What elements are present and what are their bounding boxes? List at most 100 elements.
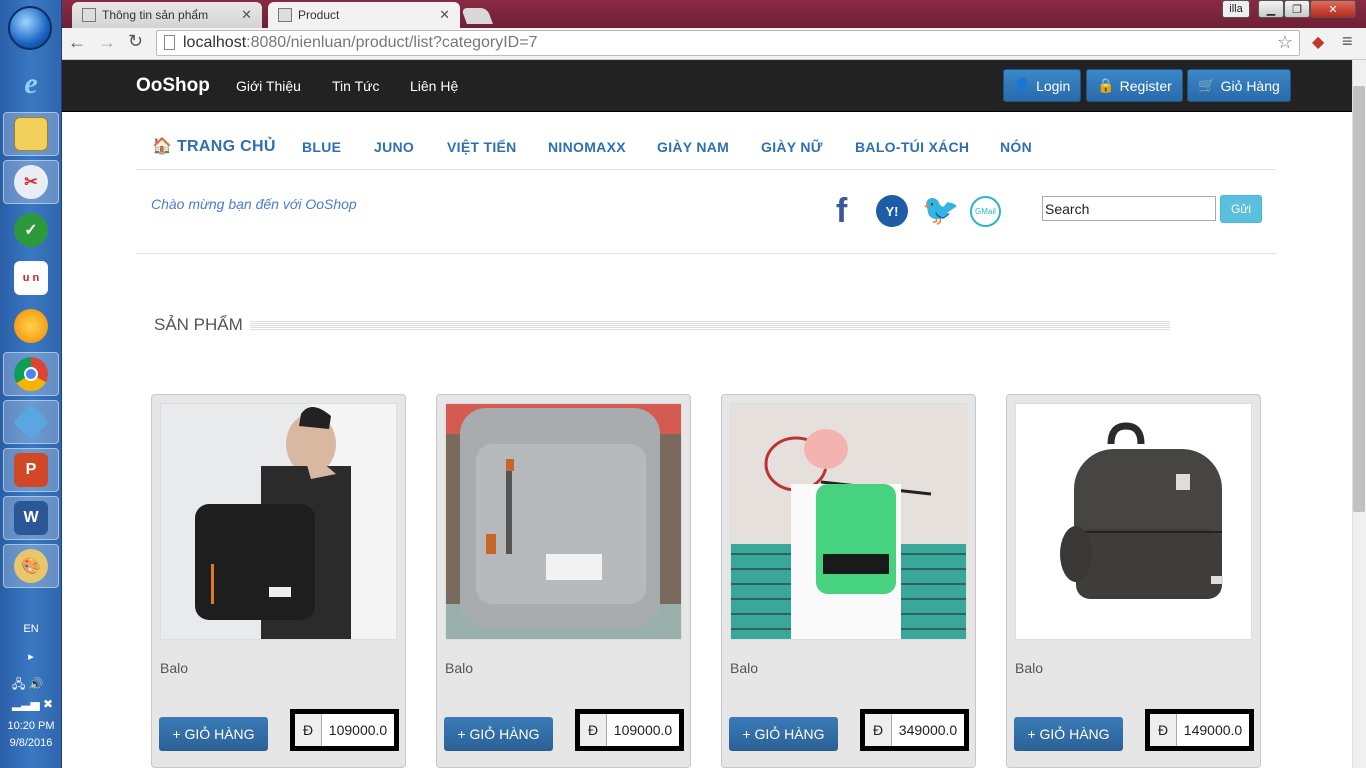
add-to-cart-button[interactable]: + GIỎ HÀNG <box>159 717 268 751</box>
address-bar[interactable]: localhost:8080/nienluan/product/list?cat… <box>156 30 1300 56</box>
bookmark-star-icon[interactable]: ☆ <box>1277 32 1293 53</box>
add-to-cart-button[interactable]: + GIỎ HÀNG <box>729 717 838 751</box>
product-image[interactable] <box>1015 403 1252 640</box>
ie-taskbar-icon[interactable]: e <box>3 62 59 106</box>
backpack-photo-1 <box>161 404 396 639</box>
cat-label: TRANG CHỦ <box>176 138 276 155</box>
start-button[interactable] <box>8 6 52 50</box>
currency-symbol: Đ <box>1150 714 1177 746</box>
url-path: :8080/nienluan/product/list?categoryID=7 <box>246 34 538 51</box>
clock-date[interactable]: 9/8/2016 <box>0 737 62 749</box>
login-label: Login <box>1036 77 1071 94</box>
minimize-button[interactable]: ▁ <box>1258 0 1284 18</box>
cat-giay-nam[interactable]: GIÀY NAM <box>657 139 729 155</box>
page-favicon-icon <box>278 8 292 22</box>
chrome-taskbar-icon[interactable] <box>3 352 59 396</box>
new-tab-button[interactable] <box>461 8 493 24</box>
page-favicon-icon <box>82 8 96 22</box>
browser-tab-strip: Thông tin sản phẩm ✕ Product ✕ illa ▁ ❐ … <box>62 0 1366 28</box>
user-icon: 👤 <box>1013 77 1032 93</box>
brand-logo[interactable]: OoShop <box>136 75 210 97</box>
cart-button[interactable]: 🛒 Giỏ Hàng <box>1187 69 1291 102</box>
price-box: Đ 109000.0 <box>575 709 684 751</box>
product-name[interactable]: Balo <box>1015 660 1043 676</box>
price-box: Đ 149000.0 <box>1145 709 1254 751</box>
cat-blue[interactable]: BLUE <box>302 139 341 155</box>
virtualbox-taskbar-icon[interactable] <box>3 400 59 444</box>
cat-juno[interactable]: JUNO <box>374 139 414 155</box>
scrollbar-thumb[interactable] <box>1353 86 1365 512</box>
menu-icon[interactable]: ≡ <box>1342 31 1353 52</box>
menu-divider <box>136 169 1276 170</box>
tab-label: Product <box>298 8 340 22</box>
product-image[interactable] <box>730 403 967 640</box>
tab-product[interactable]: Product ✕ <box>268 2 460 28</box>
product-card: Balo + GIỎ HÀNG Đ 149000.0 <box>1006 394 1261 768</box>
messenger-taskbar-icon[interactable] <box>3 304 59 348</box>
search-submit-button[interactable]: Gửi <box>1220 195 1262 223</box>
tab-label: Thông tin sản phẩm <box>102 8 209 22</box>
cat-trang-chu[interactable]: 🏠 TRANG CHỦ <box>152 136 276 156</box>
explorer-taskbar-icon[interactable] <box>3 112 59 156</box>
product-image[interactable] <box>160 403 397 640</box>
back-arrow-icon[interactable]: ← <box>68 32 86 53</box>
nav-lien-he[interactable]: Liên Hệ <box>410 78 458 94</box>
cat-non[interactable]: NÓN <box>1000 139 1032 155</box>
price-value: 109000.0 <box>328 722 388 738</box>
url-host: localhost <box>183 34 247 51</box>
twitter-icon[interactable]: 🐦 <box>922 194 959 228</box>
paint-taskbar-icon[interactable]: 🎨 <box>3 544 59 588</box>
site-navbar: OoShop Giới Thiệu Tin Tức Liên Hệ 👤 Login… <box>62 60 1352 112</box>
backpack-photo-2 <box>446 404 681 639</box>
cat-giay-nu[interactable]: GIÀY NỮ <box>761 139 823 155</box>
register-button[interactable]: 🔒 Register <box>1086 69 1183 102</box>
close-window-button[interactable]: ✕ <box>1310 0 1356 18</box>
product-card: Balo + GIỎ HÀNG Đ 109000.0 <box>436 394 691 768</box>
lock-icon: 🔒 <box>1097 77 1115 93</box>
restore-button[interactable]: ❐ <box>1284 0 1310 18</box>
language-indicator[interactable]: EN <box>0 623 62 635</box>
reload-icon[interactable]: ↻ <box>128 31 143 52</box>
extension-icon[interactable]: ◆ <box>1312 32 1324 52</box>
powerpoint-taskbar-icon[interactable]: P <box>3 448 59 492</box>
price-box: Đ 349000.0 <box>860 709 969 751</box>
product-image[interactable] <box>445 403 682 640</box>
close-tab-icon[interactable]: ✕ <box>241 7 252 23</box>
clock-time[interactable]: 10:20 PM <box>0 720 62 732</box>
currency-symbol: Đ <box>295 714 322 746</box>
product-card: Balo + GIỎ HÀNG Đ 109000.0 <box>151 394 406 768</box>
header-divider <box>136 253 1276 254</box>
network-icon[interactable]: ▂▃▅ ✖ <box>12 697 53 711</box>
cat-ninomaxx[interactable]: NINOMAXX <box>548 139 626 155</box>
product-name[interactable]: Balo <box>160 660 188 676</box>
backpack-photo-4 <box>1016 404 1251 639</box>
cat-viet-tien[interactable]: VIỆT TIẾN <box>447 139 517 155</box>
close-tab-icon[interactable]: ✕ <box>439 7 450 23</box>
gmail-icon[interactable]: GMail <box>970 196 1001 227</box>
welcome-text: Chào mừng bạn đến với OoShop <box>151 196 357 212</box>
product-name[interactable]: Balo <box>445 660 473 676</box>
currency-symbol: Đ <box>580 714 607 746</box>
user-badge[interactable]: illa <box>1222 0 1250 18</box>
section-title: SẢN PHẨM <box>154 315 243 334</box>
cat-balo-tui-xach[interactable]: BALO-TÚI XÁCH <box>855 139 969 155</box>
search-input[interactable] <box>1042 196 1216 221</box>
tray-icons[interactable]: 🖧 🔊 <box>12 675 44 696</box>
windows-taskbar: e ✂ ✓ u n P W 🎨 EN ▸ 🖧 🔊 ▂▃▅ ✖ 10:20 PM … <box>0 0 62 768</box>
word-taskbar-icon[interactable]: W <box>3 496 59 540</box>
add-to-cart-button[interactable]: + GIỎ HÀNG <box>1014 717 1123 751</box>
unikey-taskbar-icon[interactable]: u n <box>3 256 59 300</box>
show-hidden-icons[interactable]: ▸ <box>0 650 62 663</box>
yahoo-icon[interactable]: Y! <box>876 195 908 227</box>
sticky-app-taskbar-icon[interactable]: ✓ <box>3 208 59 252</box>
snipping-taskbar-icon[interactable]: ✂ <box>3 160 59 204</box>
forward-arrow-icon[interactable]: → <box>98 32 116 53</box>
nav-tin-tuc[interactable]: Tin Tức <box>332 78 380 94</box>
backpack-photo-3 <box>731 404 966 639</box>
nav-gioi-thieu[interactable]: Giới Thiệu <box>236 78 301 94</box>
facebook-icon[interactable]: f <box>836 194 856 228</box>
add-to-cart-button[interactable]: + GIỎ HÀNG <box>444 717 553 751</box>
login-button[interactable]: 👤 Login <box>1003 69 1081 102</box>
tab-thong-tin[interactable]: Thông tin sản phẩm ✕ <box>72 2 262 28</box>
product-name[interactable]: Balo <box>730 660 758 676</box>
